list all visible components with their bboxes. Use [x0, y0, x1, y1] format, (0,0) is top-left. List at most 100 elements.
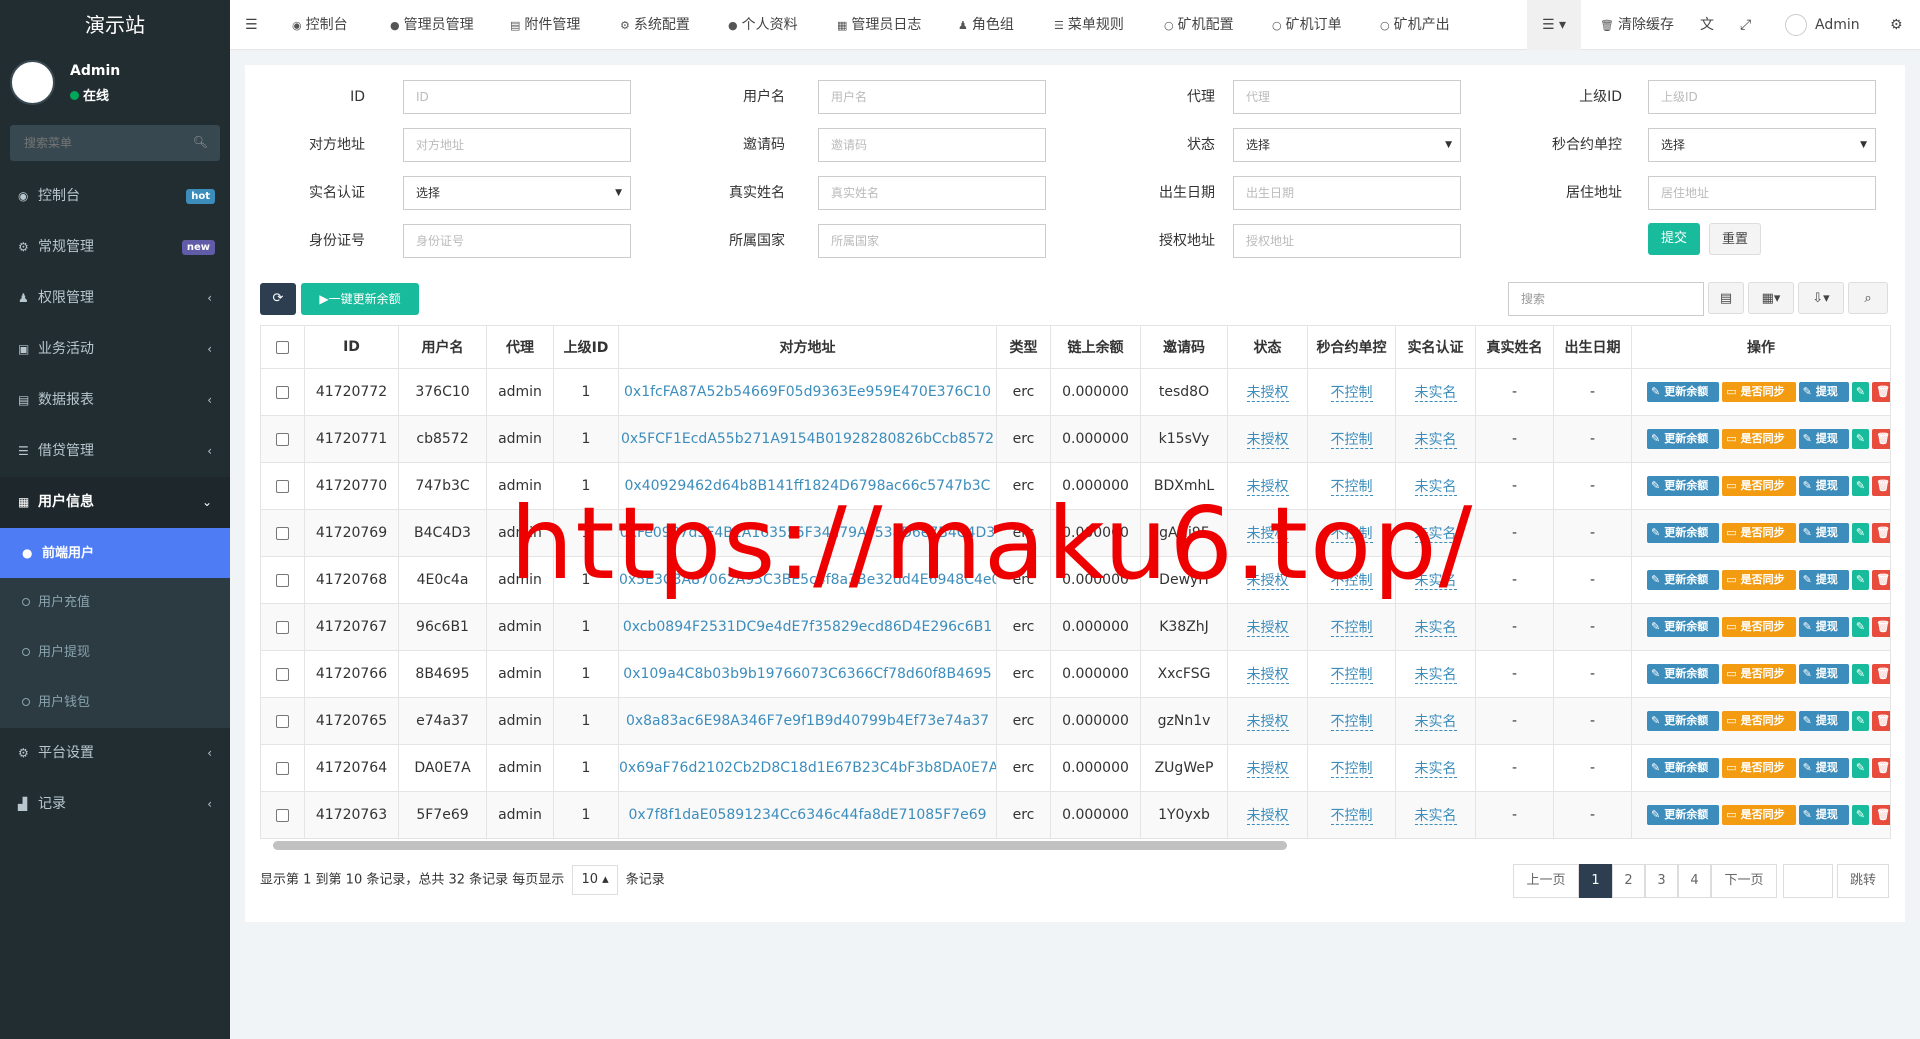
- update-balance-button[interactable]: ✎ 更新余额: [1647, 758, 1720, 778]
- update-balance-button[interactable]: ✎ 更新余额: [1647, 805, 1720, 825]
- col-header[interactable]: 秒合约单控: [1307, 325, 1396, 369]
- page-1-button[interactable]: 1: [1579, 864, 1612, 898]
- col-header[interactable]: 用户名: [398, 325, 487, 369]
- filter-auth-address-input[interactable]: 授权地址: [1233, 224, 1461, 258]
- filter-invite-input[interactable]: 邀请码: [818, 128, 1046, 162]
- cell-address[interactable]: 0xFe0987d5F4B1A163555F34a79AF53aD6e7B4C4…: [618, 509, 997, 557]
- filter-id-input[interactable]: ID: [403, 80, 631, 114]
- editable-status[interactable]: 未授权: [1246, 479, 1289, 496]
- withdraw-button[interactable]: ✎ 提现: [1798, 664, 1849, 684]
- clear-cache-button[interactable]: 🗑︎ 清除缓存: [1600, 0, 1674, 50]
- col-header[interactable]: 类型: [996, 325, 1051, 369]
- cell-realname-auth[interactable]: 未实名: [1395, 368, 1476, 416]
- nav-admin-log[interactable]: ▦ 管理员日志: [837, 0, 921, 50]
- sync-button[interactable]: ▭ 是否同步: [1722, 617, 1796, 637]
- update-balance-button[interactable]: ✎ 更新余额: [1647, 570, 1720, 590]
- editable-realname-auth[interactable]: 未实名: [1414, 761, 1457, 778]
- horizontal-scrollbar[interactable]: [273, 841, 1287, 850]
- cell-realname-auth[interactable]: 未实名: [1395, 744, 1476, 792]
- cell-address[interactable]: 0x5E3C3A87062A95C3BE5c4f8a3Be32dd4E6948C…: [618, 556, 997, 604]
- cell-realname-auth[interactable]: 未实名: [1395, 697, 1476, 745]
- cell-control[interactable]: 不控制: [1307, 556, 1396, 604]
- filter-control-select[interactable]: 选择 ▼: [1648, 128, 1876, 162]
- sync-button[interactable]: ▭ 是否同步: [1722, 711, 1796, 731]
- edit-icon[interactable]: ✎: [1851, 570, 1870, 590]
- sidebar-item-wallet[interactable]: 用户钱包: [0, 678, 230, 728]
- nav-miner-config[interactable]: ○ 矿机配置: [1164, 0, 1234, 50]
- edit-icon[interactable]: ✎: [1851, 382, 1870, 402]
- language-icon[interactable]: 文: [1700, 0, 1714, 50]
- row-checkbox[interactable]: [260, 415, 305, 463]
- table-search-input[interactable]: 搜索: [1508, 282, 1704, 316]
- sync-button[interactable]: ▭ 是否同步: [1722, 570, 1796, 590]
- col-header[interactable]: 状态: [1227, 325, 1308, 369]
- cell-status[interactable]: 未授权: [1227, 556, 1308, 604]
- editable-realname-auth[interactable]: 未实名: [1414, 620, 1457, 637]
- page-3-button[interactable]: 3: [1645, 864, 1678, 898]
- sidebar-item-dashboard[interactable]: ◉ 控制台 hot: [0, 171, 230, 222]
- cell-realname-auth[interactable]: 未实名: [1395, 509, 1476, 557]
- update-all-balance-button[interactable]: ▶一键更新余额: [301, 283, 419, 315]
- sync-button[interactable]: ▭ 是否同步: [1722, 664, 1796, 684]
- cell-status[interactable]: 未授权: [1227, 509, 1308, 557]
- cell-realname-auth[interactable]: 未实名: [1395, 603, 1476, 651]
- jump-page-input[interactable]: [1783, 864, 1833, 898]
- search-toggle-icon[interactable]: ⌕: [1848, 282, 1888, 314]
- editable-status[interactable]: 未授权: [1246, 385, 1289, 402]
- cell-control[interactable]: 不控制: [1307, 368, 1396, 416]
- sidebar-item-withdraw[interactable]: 用户提现: [0, 628, 230, 678]
- withdraw-button[interactable]: ✎ 提现: [1798, 711, 1849, 731]
- editable-realname-auth[interactable]: 未实名: [1414, 714, 1457, 731]
- export-icon[interactable]: ⇩▾: [1798, 282, 1844, 314]
- sidebar-item-platform[interactable]: ⚙ 平台设置 ‹: [0, 728, 230, 779]
- toggle-view-icon[interactable]: ▤: [1708, 282, 1744, 314]
- filter-address-input[interactable]: 对方地址: [403, 128, 631, 162]
- edit-icon[interactable]: ✎: [1851, 617, 1870, 637]
- row-checkbox[interactable]: [260, 462, 305, 510]
- cell-realname-auth[interactable]: 未实名: [1395, 650, 1476, 698]
- delete-icon[interactable]: 🗑︎: [1872, 805, 1890, 825]
- row-checkbox[interactable]: [260, 368, 305, 416]
- withdraw-button[interactable]: ✎ 提现: [1798, 476, 1849, 496]
- cell-address[interactable]: 0x7f8f1daE05891234Cc6346c44fa8dE71085F7e…: [618, 791, 997, 839]
- row-checkbox[interactable]: [260, 744, 305, 792]
- cell-realname-auth[interactable]: 未实名: [1395, 791, 1476, 839]
- update-balance-button[interactable]: ✎ 更新余额: [1647, 382, 1720, 402]
- select-all-checkbox[interactable]: [260, 325, 305, 369]
- update-balance-button[interactable]: ✎ 更新余额: [1647, 664, 1720, 684]
- editable-realname-auth[interactable]: 未实名: [1414, 432, 1457, 449]
- menu-toggle-icon[interactable]: ☰: [245, 0, 258, 50]
- editable-control[interactable]: 不控制: [1330, 761, 1373, 778]
- editable-control[interactable]: 不控制: [1330, 620, 1373, 637]
- row-checkbox[interactable]: [260, 697, 305, 745]
- filter-realname-input[interactable]: 真实姓名: [818, 176, 1046, 210]
- cell-control[interactable]: 不控制: [1307, 603, 1396, 651]
- cell-address[interactable]: 0x69aF76d2102Cb2D8C18d1E67B23C4bF3b8DA0E…: [618, 744, 997, 792]
- editable-realname-auth[interactable]: 未实名: [1414, 479, 1457, 496]
- jump-button[interactable]: 跳转: [1837, 864, 1889, 898]
- filter-agent-input[interactable]: 代理: [1233, 80, 1461, 114]
- row-checkbox[interactable]: [260, 556, 305, 604]
- search-icon[interactable]: 🔍︎: [193, 135, 208, 149]
- cell-address[interactable]: 0x8a83ac6E98A346F7e9f1B9d40799b4Ef73e74a…: [618, 697, 997, 745]
- sidebar-search[interactable]: 🔍︎: [10, 125, 220, 161]
- withdraw-button[interactable]: ✎ 提现: [1798, 570, 1849, 590]
- sidebar-item-userinfo[interactable]: ▦ 用户信息 ⌄: [0, 477, 230, 528]
- cell-address[interactable]: 0x1fcFA87A52b54669F05d9363Ee959E470E376C…: [618, 368, 997, 416]
- col-header[interactable]: 上级ID: [553, 325, 619, 369]
- sync-button[interactable]: ▭ 是否同步: [1722, 758, 1796, 778]
- editable-control[interactable]: 不控制: [1330, 714, 1373, 731]
- sidebar-item-loans[interactable]: ☰ 借贷管理 ‹: [0, 426, 230, 477]
- user-menu[interactable]: Admin: [1785, 0, 1860, 50]
- row-checkbox[interactable]: [260, 603, 305, 651]
- delete-icon[interactable]: 🗑︎: [1872, 570, 1890, 590]
- editable-control[interactable]: 不控制: [1330, 526, 1373, 543]
- editable-status[interactable]: 未授权: [1246, 667, 1289, 684]
- editable-status[interactable]: 未授权: [1246, 808, 1289, 825]
- filter-status-select[interactable]: 选择 ▼: [1233, 128, 1461, 162]
- cell-control[interactable]: 不控制: [1307, 744, 1396, 792]
- cell-address[interactable]: 0x40929462d64b8B141ff1824D6798ac66c5747b…: [618, 462, 997, 510]
- cell-control[interactable]: 不控制: [1307, 791, 1396, 839]
- editable-status[interactable]: 未授权: [1246, 526, 1289, 543]
- nav-dashboard[interactable]: ◉ 控制台: [292, 0, 348, 50]
